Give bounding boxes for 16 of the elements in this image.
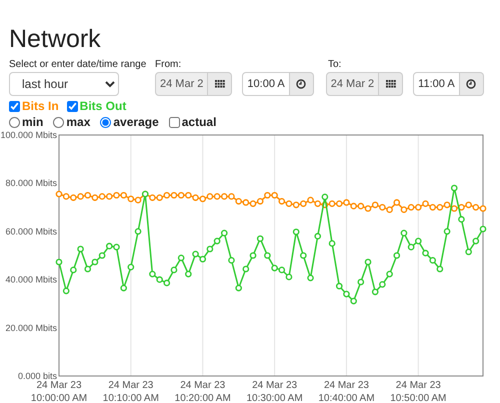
x-tick-label: 24 Mar 23 10:20:00 AM: [174, 380, 231, 403]
y-tick-label: 100.000 Mbits: [0, 130, 57, 140]
y-tick-label: 40.000 Mbits: [5, 274, 57, 285]
from-label: From:: [155, 58, 182, 70]
x-tick-label: 24 Mar 23 10:10:00 AM: [102, 380, 159, 403]
x-tick-label: 24 Mar 23 10:00:00 AM: [30, 380, 88, 403]
y-tick-label: 20.000 Mbits: [5, 322, 57, 333]
x-tick-label: 24 Mar 23 10:40:00 AM: [318, 380, 375, 403]
range-label: Select or enter date/time range: [9, 58, 148, 70]
y-tick-label: 0.000 bits: [18, 371, 57, 381]
x-tick-label: 24 Mar 23 10:30:00 AM: [246, 380, 303, 403]
x-tick-label: 24 Mar 23 10:50:00 AM: [390, 380, 446, 403]
y-tick-label: 80.000 Mbits: [5, 178, 57, 188]
y-tick-label: 60.000 Mbits: [5, 226, 57, 236]
page-title: Network: [9, 24, 102, 55]
to-label: To:: [328, 58, 342, 70]
